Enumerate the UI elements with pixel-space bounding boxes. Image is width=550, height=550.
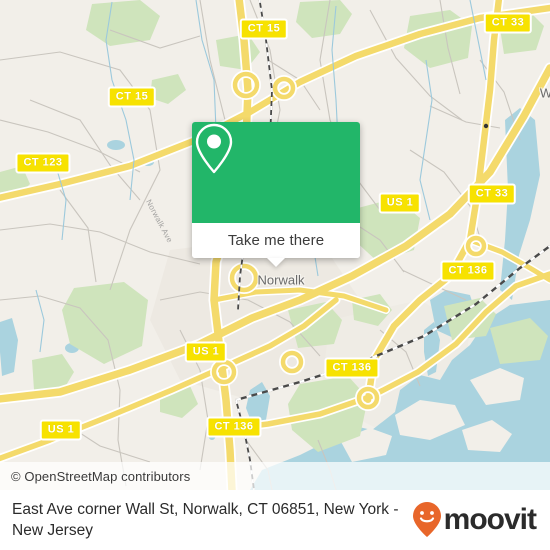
road-shield-ct33-right[interactable]: CT 33: [467, 183, 517, 205]
map-screenshot: Norwalk Ave CT 15 CT 33 CT 15 CT 123 US …: [0, 0, 550, 550]
road-shield-us1-bottom[interactable]: US 1: [39, 419, 83, 441]
map-attribution-bar: © OpenStreetMap contributors: [0, 462, 550, 490]
road-shield-ct15-left[interactable]: CT 15: [107, 86, 157, 108]
map-pin-icon: [195, 123, 233, 174]
road-shield-us1-right[interactable]: US 1: [378, 192, 422, 214]
road-shield-ct136-bottom[interactable]: CT 136: [206, 416, 262, 438]
footer-bar: East Ave corner Wall St, Norwalk, CT 068…: [0, 490, 550, 550]
popup-card-pointer: [267, 258, 285, 267]
road-shield-us1-mid[interactable]: US 1: [184, 341, 228, 363]
road-shield-ct136-right[interactable]: CT 136: [440, 260, 496, 282]
popup-card-header: [192, 122, 360, 223]
destination-popup-card[interactable]: Take me there: [192, 122, 360, 267]
road-shield-ct15-top[interactable]: CT 15: [239, 18, 289, 40]
take-me-there-label: Take me there: [227, 232, 325, 249]
place-label-partial-right: W: [539, 85, 550, 101]
road-shield-ct123[interactable]: CT 123: [15, 152, 71, 174]
moovit-logo[interactable]: moovit: [412, 501, 537, 539]
moovit-smiley-pin-icon: [412, 502, 441, 537]
osm-attribution-text[interactable]: © OpenStreetMap contributors: [0, 469, 190, 484]
place-label-norwalk: Norwalk: [257, 272, 305, 288]
map-canvas[interactable]: Norwalk Ave CT 15 CT 33 CT 15 CT 123 US …: [0, 0, 550, 490]
moovit-wordmark: moovit: [443, 503, 537, 536]
address-text: East Ave corner Wall St, Norwalk, CT 068…: [12, 501, 399, 539]
road-shield-ct136-mid[interactable]: CT 136: [324, 357, 380, 379]
take-me-there-button[interactable]: Take me there: [192, 223, 360, 258]
road-shield-ct33-topright[interactable]: CT 33: [483, 12, 533, 34]
